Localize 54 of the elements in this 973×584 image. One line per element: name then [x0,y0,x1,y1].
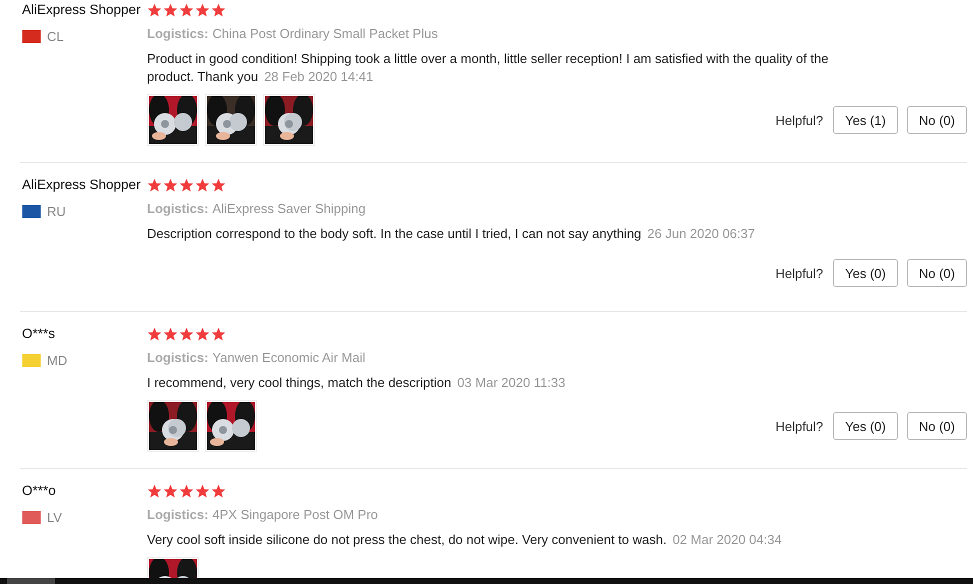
photo-thumbnail[interactable] [147,400,199,452]
review-text: Very cool soft inside silicone do not press the chest, do not wipe. Very convenient to wash. 02 Mar 2020 04:34 [147,532,782,547]
helpful-label: Helpful? [775,418,824,434]
reviewer-name: O***o [22,482,57,500]
star-icon [195,2,210,18]
logistics-value: AliExpress Saver Shipping [212,201,366,216]
star-icon [211,484,226,498]
star-icon [179,484,194,498]
no-button[interactable]: No (0) [906,106,967,134]
review-text: Description correspond to the body soft. In the case until I tried, I can not say anything 26 Jun 2020 06:37 [147,226,755,241]
star-icon [179,178,194,192]
yes-button[interactable]: Yes (0) [833,259,898,287]
country-code: CL [47,28,64,44]
logistics-value: China Post Ordinary Small Packet Plus [212,26,438,41]
star-icon [147,326,162,342]
logistics-label: Logistics: [147,201,208,216]
logistics-value: Yanwen Economic Air Mail [212,350,366,365]
reviewer-name: AliExpress Shopper [22,176,142,194]
helpful-label: Helpful? [775,266,824,280]
photo-thumbnail[interactable] [263,94,315,146]
reviewer-name: AliExpress Shopper [22,1,142,19]
star-icon [211,326,226,342]
star-icon [163,484,178,498]
star-icon [211,178,226,192]
star-icon [163,178,178,192]
star-icon [147,484,162,498]
star-icon [179,2,194,18]
star-icon [179,326,194,342]
yes-button[interactable]: Yes (1) [833,106,898,134]
star-icon [147,178,162,192]
no-button[interactable]: No (0) [906,412,967,440]
no-button[interactable]: No (0) [906,259,967,287]
country-code: MD [47,352,68,368]
logistics-label: Logistics: [147,507,208,522]
star-icon [147,2,162,18]
star-icon [163,2,178,18]
photo-thumbnail[interactable] [205,400,257,452]
review-text: Product in good condition! Shipping took a little over a month, little seller reception! I am satisfied with the quality of the product. Thank you 28 Feb 2020 14:41 [147,51,828,84]
star-icon [195,326,210,342]
reviewer-name: O***s [22,325,56,343]
helpful-label: Helpful? [775,112,824,128]
photo-thumbnail[interactable] [205,94,257,146]
logistics-label: Logistics: [147,350,208,365]
country-code: RU [47,204,66,218]
logistics-value: 4PX Singapore Post OM Pro [212,507,378,522]
photo-thumbnail[interactable] [147,94,199,146]
star-icon [195,484,210,498]
logistics-label: Logistics: [147,26,208,41]
star-icon [163,326,178,342]
review-text: I recommend, very cool things, match the description 03 Mar 2020 11:33 [147,375,566,390]
star-icon [211,2,226,18]
star-icon [195,178,210,192]
country-code: LV [47,510,62,524]
yes-button[interactable]: Yes (0) [833,412,898,440]
